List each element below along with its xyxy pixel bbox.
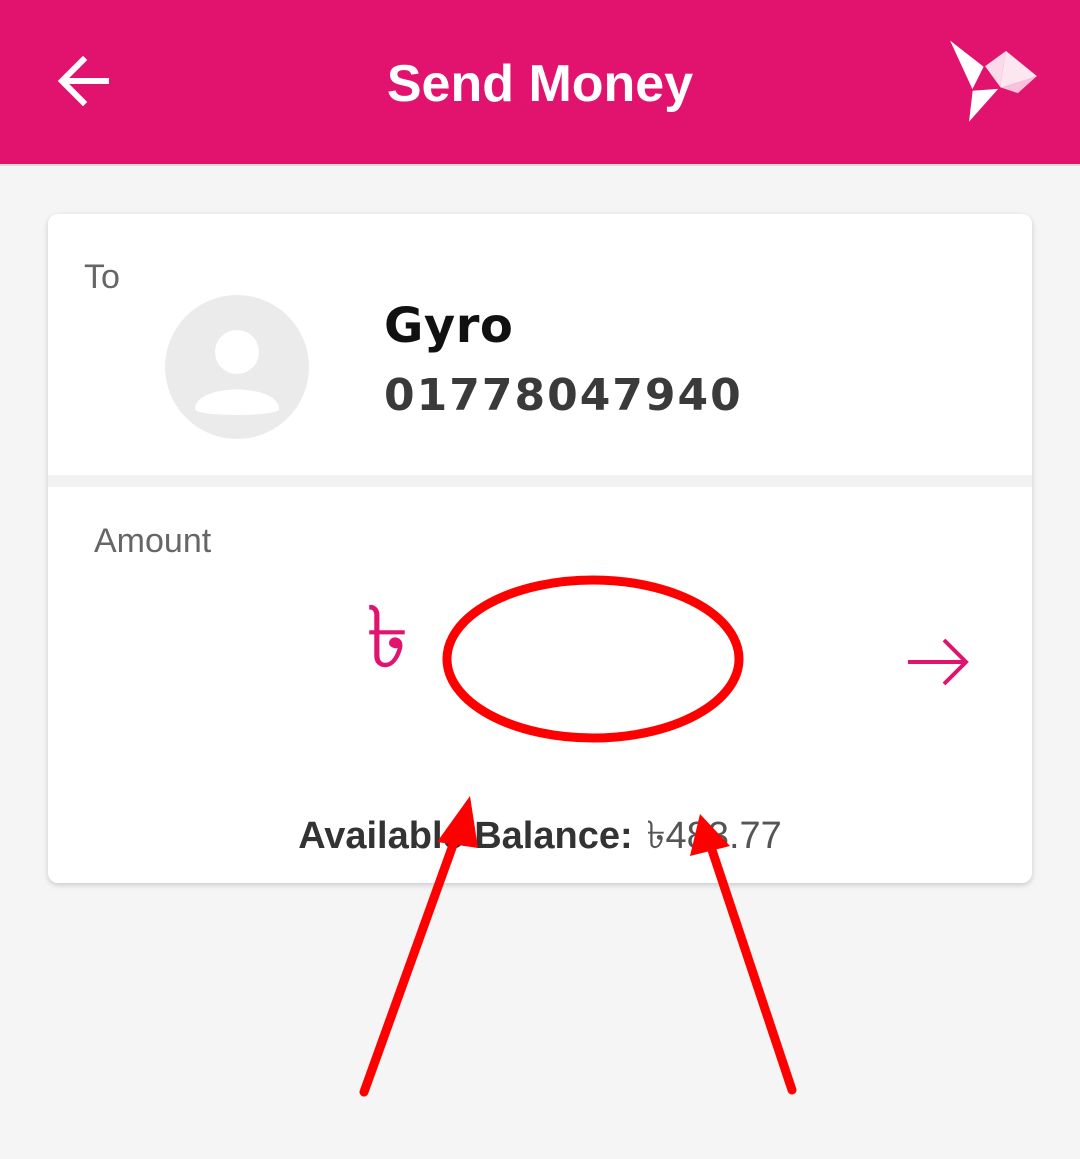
- currency-symbol: ৳: [366, 588, 409, 688]
- balance-label: Available Balance:: [298, 815, 633, 857]
- origami-bird-logo: [944, 36, 1042, 128]
- available-balance: Available Balance: ৳483.77: [48, 806, 1032, 870]
- recipient-number: 01778047940: [384, 370, 743, 421]
- next-button[interactable]: [904, 634, 974, 690]
- section-divider: [48, 475, 1032, 487]
- recipient-name: Gyro: [384, 298, 514, 354]
- to-label: To: [84, 258, 120, 296]
- app-bar: Send Money: [0, 0, 1080, 166]
- arrow-right-icon: [908, 638, 969, 686]
- amount-label: Amount: [94, 522, 212, 560]
- send-money-card: To Gyro 01778047940 Amount ৳ Available B…: [48, 214, 1032, 883]
- person-placeholder-icon: [165, 295, 309, 439]
- amount-input[interactable]: [448, 594, 742, 686]
- balance-value: ৳483.77: [646, 815, 782, 857]
- page-title: Send Money: [386, 55, 694, 113]
